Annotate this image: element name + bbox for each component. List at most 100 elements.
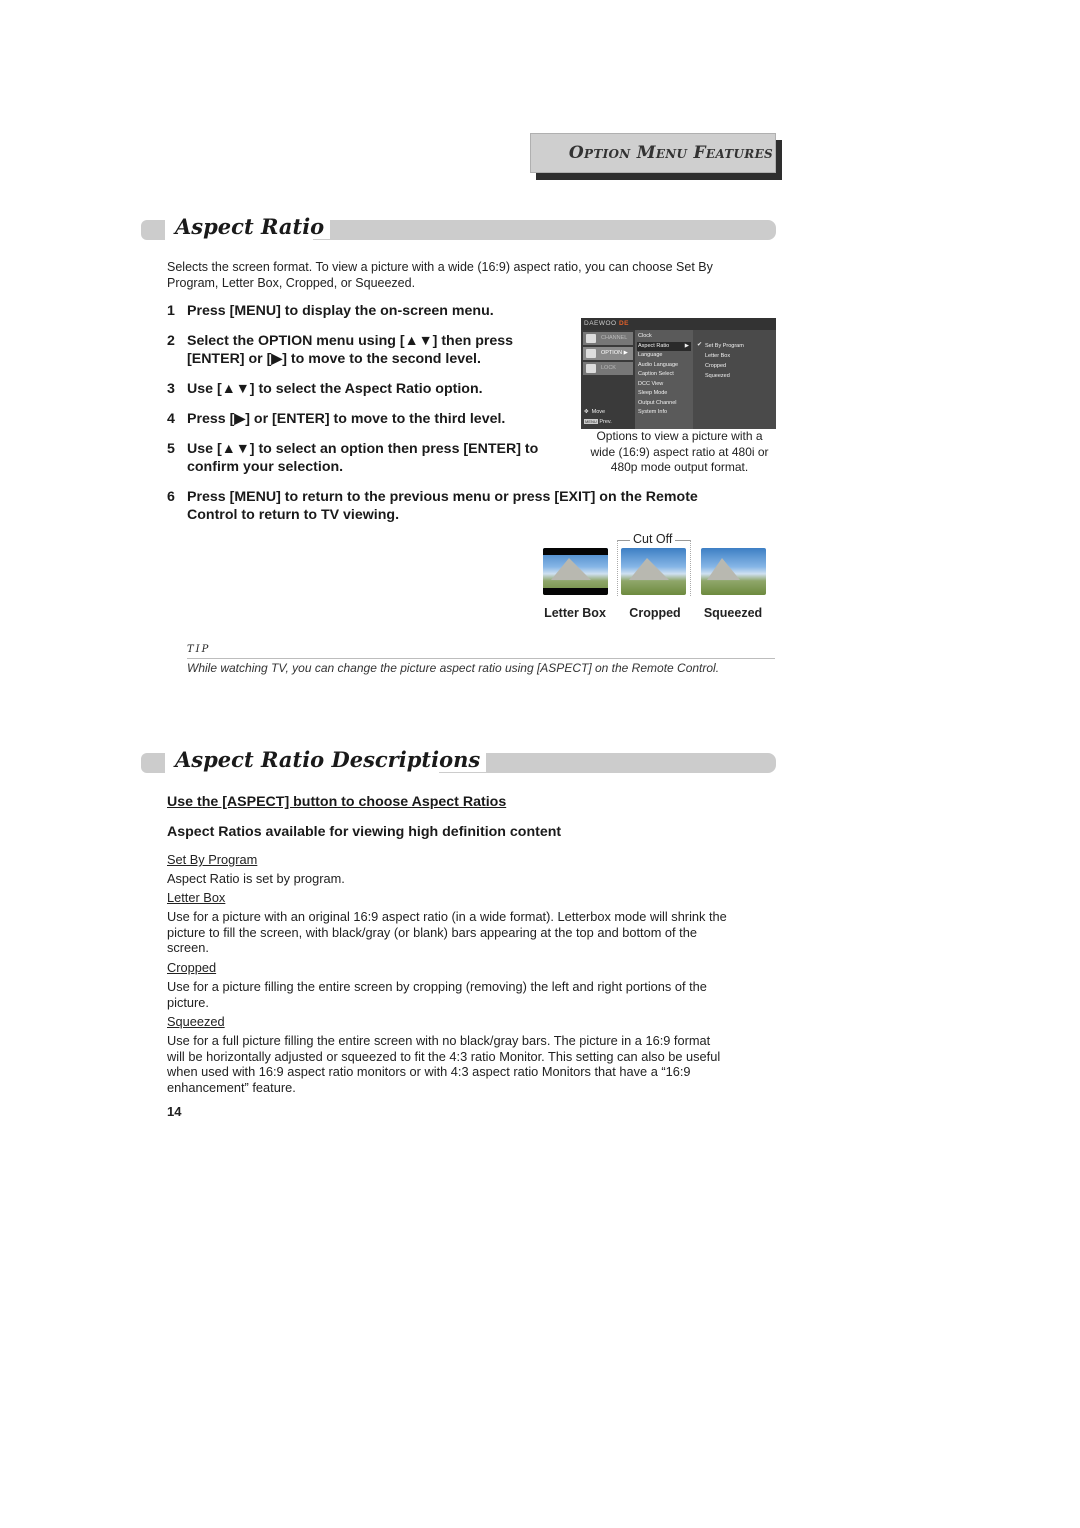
term-squeezed: Squeezed xyxy=(167,1014,225,1029)
step-text: Control to return to TV viewing. xyxy=(187,507,400,523)
caption-line: 480p mode output format. xyxy=(610,460,749,474)
tip-text: While watching TV, you can change the pi… xyxy=(187,661,720,675)
footer-move: ✥ Move xyxy=(584,409,606,415)
tip-divider xyxy=(187,658,775,659)
category-label: CHANNEL xyxy=(601,335,628,341)
page-number: 14 xyxy=(167,1104,182,1119)
cropped-label: Cropped xyxy=(629,606,681,620)
intro-text: Selects the screen format. To view a pic… xyxy=(167,260,713,291)
caption-line: wide (16:9) aspect ratio at 480i or xyxy=(590,444,769,459)
option-item: Output Channel xyxy=(638,399,677,406)
step-text: Press [▶] or [ENTER] to move to the thir… xyxy=(187,411,506,427)
cut-off-label: Cut Off xyxy=(630,532,676,546)
desc-letter-box: Use for a picture with an original 16:9 … xyxy=(167,909,779,956)
option-label: Aspect Ratio xyxy=(638,342,670,349)
letter-box-label: Letter Box xyxy=(544,606,606,620)
lock-icon xyxy=(586,364,596,373)
footer-prev-label: Prev. xyxy=(599,419,612,425)
caption-line: Options to view a picture with a xyxy=(596,429,763,443)
desc-line: Use for a full picture filling the entir… xyxy=(167,1033,711,1048)
checkmark-icon: ✔ xyxy=(697,342,703,348)
arrow-right-icon: ▶ xyxy=(684,342,689,349)
step-text: Use [▲▼] to select the Aspect Ratio opti… xyxy=(187,381,483,397)
desc-cropped: Use for a picture filling the entire scr… xyxy=(167,979,779,1010)
tv-menu-brand-bar: DAEWOO DE xyxy=(581,318,776,330)
step-number: 1 xyxy=(167,303,175,319)
squeezed-label: Squeezed xyxy=(703,606,763,620)
intro-line: Selects the screen format. To view a pic… xyxy=(167,260,713,274)
category-label: LOCK xyxy=(601,365,616,371)
desc-line: when used with 16:9 aspect ratio monitor… xyxy=(167,1064,691,1080)
letterbox-bottom-bar xyxy=(543,588,608,595)
step-number: 6 xyxy=(167,489,175,505)
mountain-shape xyxy=(629,558,669,580)
option-item: Clock xyxy=(638,333,652,339)
channel-icon xyxy=(586,334,596,343)
step-2: 2 Select the OPTION menu using [▲▼] then… xyxy=(167,332,513,368)
option-item: DCC View xyxy=(638,380,664,387)
squeezed-image xyxy=(701,548,766,595)
step-1: 1 Press [MENU] to display the on-screen … xyxy=(167,302,494,320)
desc-line: enhancement” feature. xyxy=(167,1079,296,1095)
term-letter-box: Letter Box xyxy=(167,890,226,905)
step-6: 6 Press [MENU] to return to the previous… xyxy=(167,488,698,524)
term-cropped: Cropped xyxy=(167,960,217,975)
step-number: 2 xyxy=(167,333,175,349)
menu-key-icon: MENU xyxy=(584,419,598,424)
step-number: 4 xyxy=(167,411,175,427)
step-text: Select the OPTION menu using [▲▼] then p… xyxy=(187,333,514,349)
step-text: [ENTER] or [▶] to move to the second lev… xyxy=(187,351,481,367)
option-item-selected: Aspect Ratio ▶ xyxy=(637,341,691,351)
desc-line: picture to fill the screen, with black/g… xyxy=(167,924,697,940)
step-5: 5 Use [▲▼] to select an option then pres… xyxy=(167,440,538,476)
option-item: Audio Language xyxy=(638,361,679,368)
option-item: Language xyxy=(638,352,663,358)
step-text: confirm your selection. xyxy=(187,459,344,475)
category-option: OPTION ▶ xyxy=(583,347,633,360)
step-text: Press [MENU] to display the on-screen me… xyxy=(187,303,494,319)
tv-menu-sub-options: ✔ Set By Program Letter Box Cropped Sque… xyxy=(693,330,776,429)
cropped-image xyxy=(621,548,686,595)
title-bar-fill xyxy=(439,753,776,773)
category-lock: LOCK xyxy=(583,362,633,375)
title-bar-cap xyxy=(141,220,165,240)
step-text: Use [▲▼] to select an option then press … xyxy=(187,441,539,457)
desc-line: Use for a picture with an original 16:9 … xyxy=(167,909,727,924)
step-text: Press [MENU] to return to the previous m… xyxy=(187,489,698,505)
desc-squeezed: Use for a full picture filling the entir… xyxy=(167,1033,779,1095)
header-badge-text: Option Menu Features xyxy=(568,143,773,163)
sub-option-item: Cropped xyxy=(705,363,727,369)
sub-option-item: Set By Program xyxy=(705,343,744,349)
step-4: 4 Press [▶] or [ENTER] to move to the th… xyxy=(167,410,505,428)
footer-move-label: Move xyxy=(591,409,606,415)
option-item: System Info xyxy=(638,409,668,415)
category-channel: CHANNEL xyxy=(583,332,633,345)
step-number: 5 xyxy=(167,441,175,457)
tv-menu-screenshot: DAEWOO DE CHANNEL OPTION ▶ LOCK ✥ Move M… xyxy=(581,318,776,429)
cut-off-edge-right xyxy=(690,540,691,596)
desc-set-by-program: Aspect Ratio is set by program. xyxy=(167,871,779,887)
sub-option-item: Squeezed xyxy=(705,373,730,379)
aspect-button-heading: Use the [ASPECT] button to choose Aspect… xyxy=(167,794,507,810)
cut-off-edge-left xyxy=(617,540,618,596)
mountain-shape xyxy=(707,558,740,580)
brand-logo: DAEWOO xyxy=(584,320,617,327)
header-badge: Option Menu Features xyxy=(530,133,776,173)
brand-suffix: DE xyxy=(618,320,629,327)
section-title: Aspect Ratio xyxy=(175,214,331,239)
letterbox-top-bar xyxy=(543,548,608,555)
desc-line: Aspect Ratio is set by program. xyxy=(167,871,345,886)
menu-caption: Options to view a picture with a wide (1… xyxy=(582,429,777,476)
desc-line: will be horizontally adjusted or squeeze… xyxy=(167,1048,721,1064)
hd-content-heading: Aspect Ratios available for viewing high… xyxy=(167,824,562,840)
title-bar-cap xyxy=(141,753,165,773)
tip-label: TIP xyxy=(187,644,211,655)
tv-menu-categories: CHANNEL OPTION ▶ LOCK ✥ Move MENU Prev. xyxy=(581,330,635,429)
intro-line: Program, Letter Box, Cropped, or Squeeze… xyxy=(167,275,416,290)
title-bar-fill xyxy=(313,220,776,240)
mountain-shape xyxy=(551,558,591,580)
desc-line: Use for a picture filling the entire scr… xyxy=(167,979,707,994)
sub-option-item: Letter Box xyxy=(705,353,731,359)
step-3: 3 Use [▲▼] to select the Aspect Ratio op… xyxy=(167,380,483,398)
category-label: OPTION xyxy=(601,350,623,356)
